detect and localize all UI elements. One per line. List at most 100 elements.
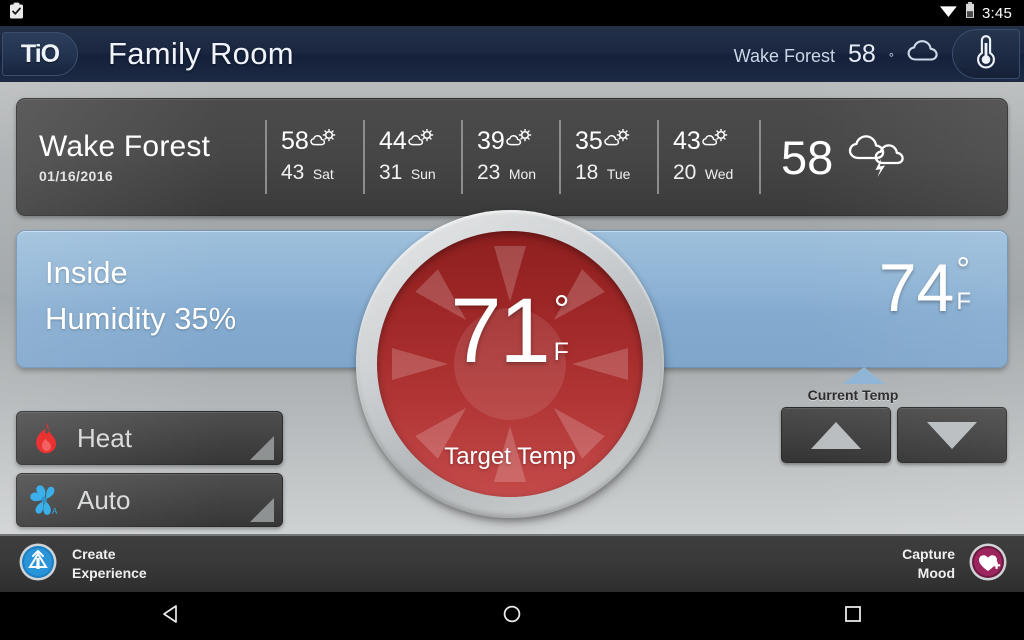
dial-caption: Target Temp xyxy=(444,443,576,470)
expand-corner-icon xyxy=(250,436,274,460)
current-temp-value: 74 xyxy=(878,250,955,326)
partly-cloudy-icon xyxy=(702,128,728,152)
mode-label-fan: Auto xyxy=(77,484,131,515)
forecast-high: 58 xyxy=(281,127,309,155)
thermostat-body: Wake Forest 01/16/2016 58 43 Sat 44 31 S… xyxy=(0,82,1024,534)
forecast-high: 35 xyxy=(575,127,603,155)
temp-increase-button[interactable] xyxy=(781,407,891,463)
forecast-low: 23 xyxy=(477,161,501,184)
forecast-low: 31 xyxy=(379,161,403,184)
forecast-day: 35 18 Tue xyxy=(559,120,657,194)
forecast-day: 39 23 Mon xyxy=(461,120,559,194)
expand-corner-icon xyxy=(250,498,274,522)
create-experience-line2: Experience xyxy=(72,565,147,581)
forecast-dayname: Mon xyxy=(508,166,537,182)
header-weather[interactable]: Wake Forest 58 ° xyxy=(734,39,952,69)
forecast-dayname: Sat xyxy=(312,166,334,182)
triangle-down-icon xyxy=(927,421,977,449)
capture-mood-line2: Mood xyxy=(917,565,955,581)
current-temp-degree: ° xyxy=(956,251,970,289)
create-experience-button[interactable]: Create Experience xyxy=(18,542,147,587)
forecast-high: 44 xyxy=(379,127,407,155)
dial-target-value: 71 xyxy=(450,280,550,382)
forecast-date: 01/16/2016 xyxy=(39,168,114,184)
inside-humidity: Humidity 35% xyxy=(45,301,237,336)
forecast-dayname: Wed xyxy=(704,166,734,182)
dial-unit-group: ° F xyxy=(553,288,570,367)
back-triangle-icon xyxy=(160,603,182,630)
forecast-low: 20 xyxy=(673,161,697,184)
header-weather-temp: 58 xyxy=(847,40,876,68)
tio-logo-text: TiO xyxy=(20,39,60,68)
recents-square-icon xyxy=(842,603,864,630)
forecast-city: Wake Forest xyxy=(39,130,211,163)
forecast-current-temp: 58 xyxy=(781,130,834,184)
partly-cloudy-icon xyxy=(310,128,336,152)
home-circle-icon xyxy=(501,603,523,630)
dial-scale: F xyxy=(553,338,569,366)
status-bar-left xyxy=(0,2,25,25)
svg-text:A: A xyxy=(52,507,58,516)
current-temp-scale: F xyxy=(956,288,971,316)
forecast-low: 43 xyxy=(281,161,305,184)
forecast-dayname: Sun xyxy=(410,166,436,182)
android-nav-bar xyxy=(0,592,1024,640)
status-bar-clock: 3:45 xyxy=(982,4,1012,22)
current-temp-caption: Current Temp xyxy=(807,387,899,403)
current-temp-unit-group: ° F xyxy=(956,251,971,316)
create-experience-icon xyxy=(18,542,58,587)
capture-mood-label: Capture Mood xyxy=(902,545,955,583)
status-bar-right: 3:45 xyxy=(939,2,1024,24)
android-status-bar: 3:45 xyxy=(0,0,1024,26)
forecast-dayname: Tue xyxy=(606,166,631,182)
create-experience-label: Create Experience xyxy=(72,545,147,583)
battery-icon xyxy=(965,2,975,24)
page-title: Family Room xyxy=(108,36,294,71)
tio-logo[interactable]: TiO xyxy=(2,32,78,76)
app-header-bar: TiO Family Room Wake Forest 58 ° xyxy=(0,26,1024,82)
forecast-card[interactable]: Wake Forest 01/16/2016 58 43 Sat 44 31 S… xyxy=(16,98,1008,216)
mode-label-heat: Heat xyxy=(77,422,132,453)
thermometer-icon xyxy=(974,34,998,75)
clipboard-check-icon xyxy=(8,2,25,25)
inside-readings: Inside Humidity 35% xyxy=(45,255,236,337)
nav-home-button[interactable] xyxy=(452,592,572,640)
wifi-icon xyxy=(939,3,958,23)
forecast-high: 39 xyxy=(477,127,505,155)
dial-face: 71 ° F Target Temp xyxy=(377,231,643,497)
create-experience-line1: Create xyxy=(72,546,116,563)
forecast-current: 58 xyxy=(759,120,909,194)
triangle-up-icon xyxy=(811,421,861,449)
partly-cloudy-icon xyxy=(506,128,532,152)
mode-button-heat[interactable]: Heat xyxy=(16,411,283,465)
thunderstorm-cloud-icon xyxy=(845,132,909,183)
inside-label: Inside xyxy=(45,255,128,290)
current-temp-notch xyxy=(843,367,885,384)
forecast-high: 43 xyxy=(673,127,701,155)
fan-icon: A xyxy=(17,484,71,516)
heart-plus-icon xyxy=(968,542,1008,587)
bottom-action-bar: Create Experience Capture Mood xyxy=(0,534,1024,592)
header-weather-city: Wake Forest xyxy=(733,46,835,66)
partly-cloudy-icon xyxy=(604,128,630,152)
dial-degree: ° xyxy=(553,288,570,332)
nav-recents-button[interactable] xyxy=(793,592,913,640)
cloud-icon xyxy=(907,39,940,67)
flame-icon xyxy=(17,421,71,455)
current-temp-readout: 74 ° F xyxy=(878,250,971,326)
dial-readout: 71 ° F xyxy=(377,280,643,382)
capture-mood-button[interactable]: Capture Mood xyxy=(902,542,1008,587)
capture-mood-line1: Capture xyxy=(902,546,955,563)
forecast-day: 44 31 Sun xyxy=(363,120,461,194)
target-temp-dial[interactable]: 71 ° F Target Temp xyxy=(356,210,668,522)
dial-bezel: 71 ° F Target Temp xyxy=(356,210,664,518)
thermostat-mode-button[interactable] xyxy=(952,29,1020,79)
mode-button-fan[interactable]: A Auto xyxy=(16,473,283,527)
partly-cloudy-icon xyxy=(408,128,434,152)
forecast-low: 18 xyxy=(575,161,599,184)
app-screen: 3:45 TiO Family Room Wake Forest 58 ° Wa… xyxy=(0,0,1024,640)
forecast-location: Wake Forest 01/16/2016 xyxy=(17,130,265,184)
nav-back-button[interactable] xyxy=(111,592,231,640)
temp-decrease-button[interactable] xyxy=(897,407,1007,463)
forecast-day: 58 43 Sat xyxy=(265,120,363,194)
